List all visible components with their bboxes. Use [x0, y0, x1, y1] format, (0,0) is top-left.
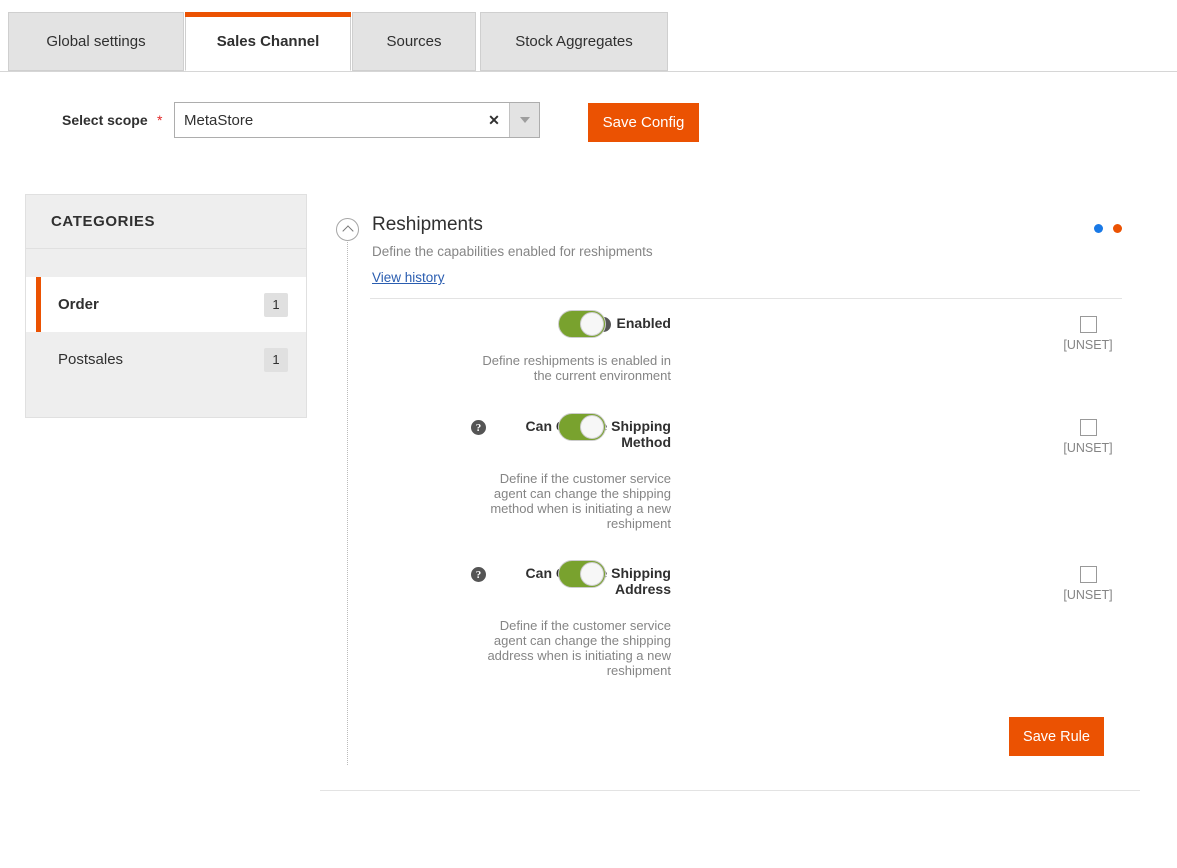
tab-global-settings[interactable]: Global settings — [8, 12, 184, 71]
toggle-knob — [580, 415, 604, 439]
panel-description: Define the capabilities enabled for resh… — [372, 244, 653, 259]
chevron-shape — [341, 225, 354, 237]
unset-label: [UNSET] — [1063, 588, 1113, 602]
panel-guide-line — [347, 242, 348, 765]
unset-checkbox[interactable] — [1079, 316, 1097, 333]
sidebar-item-label: Order — [58, 296, 99, 313]
categories-heading: CATEGORIES — [26, 195, 306, 249]
status-dot-orange[interactable] — [1113, 224, 1122, 233]
setting-description: Define reshipments is enabled in the cur… — [482, 353, 671, 383]
chevron-up-circle-icon[interactable] — [336, 218, 359, 241]
view-history-link[interactable]: View history — [372, 270, 445, 285]
toggle-can-change-shipping-address[interactable] — [558, 560, 606, 588]
tab-label: Global settings — [46, 33, 146, 50]
scope-select[interactable]: MetaStore ✕ — [174, 102, 540, 138]
bottom-divider — [320, 790, 1140, 791]
tab-label: Sources — [386, 33, 442, 50]
unset-label: [UNSET] — [1063, 338, 1113, 352]
categories-footer — [26, 387, 306, 417]
caret-shape — [519, 117, 530, 123]
setting-description: Define if the customer service agent can… — [487, 618, 671, 678]
tab-sales-channel[interactable]: Sales Channel — [185, 12, 351, 71]
unset-control: [UNSET] — [1048, 419, 1128, 455]
tab-sources[interactable]: Sources — [352, 12, 476, 71]
scope-label: Select scope — [62, 112, 148, 128]
unset-checkbox[interactable] — [1079, 566, 1097, 583]
clear-icon[interactable]: ✕ — [479, 103, 509, 137]
unset-checkbox[interactable] — [1079, 419, 1097, 436]
help-icon[interactable]: ? — [471, 567, 486, 582]
categories-panel: CATEGORIES Order 1 Postsales 1 — [25, 194, 307, 418]
help-icon[interactable]: ? — [471, 420, 486, 435]
tab-bar: Global settings Sales Channel Sources St… — [0, 12, 1177, 72]
setting-label: Enabled — [616, 315, 671, 331]
sidebar-item-count: 1 — [264, 292, 288, 317]
status-dots — [1094, 224, 1122, 233]
status-dot-blue[interactable] — [1094, 224, 1103, 233]
setting-description: Define if the customer service agent can… — [490, 471, 671, 531]
toggle-knob — [580, 312, 604, 336]
sidebar-item-label: Postsales — [58, 351, 124, 368]
unset-control: [UNSET] — [1048, 316, 1128, 352]
sidebar-item-postsales[interactable]: Postsales 1 — [26, 332, 306, 387]
toggle-knob — [580, 562, 604, 586]
chevron-down-icon[interactable] — [509, 103, 539, 137]
required-marker: * — [157, 112, 163, 128]
toggle-enabled[interactable] — [558, 310, 606, 338]
page-title: Reshipments — [372, 214, 483, 235]
save-config-button[interactable]: Save Config — [588, 103, 699, 142]
sidebar-item-order[interactable]: Order 1 — [26, 277, 306, 332]
categories-spacer — [26, 249, 306, 277]
tab-stock-aggregates[interactable]: Stock Aggregates — [480, 12, 668, 71]
unset-control: [UNSET] — [1048, 566, 1128, 602]
tab-label: Sales Channel — [216, 33, 320, 50]
unset-label: [UNSET] — [1063, 441, 1113, 455]
save-rule-button[interactable]: Save Rule — [1009, 717, 1104, 756]
sidebar-item-count: 1 — [264, 347, 288, 372]
tab-label: Stock Aggregates — [515, 33, 633, 50]
panel-divider — [370, 298, 1122, 299]
scope-value[interactable]: MetaStore — [175, 103, 479, 137]
toggle-can-change-shipping-method[interactable] — [558, 413, 606, 441]
